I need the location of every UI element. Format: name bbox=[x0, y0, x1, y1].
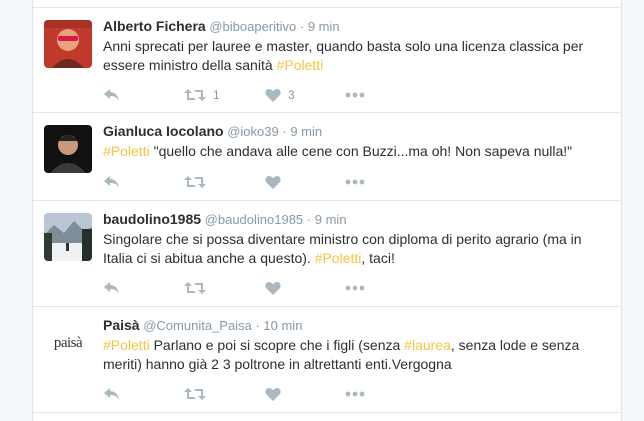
tweet-fullname[interactable]: Alberto Fichera bbox=[103, 18, 206, 34]
more-button[interactable] bbox=[345, 278, 365, 298]
like-button[interactable] bbox=[265, 384, 281, 404]
tweet-time[interactable]: 10 min bbox=[263, 318, 302, 333]
tweet-actions bbox=[103, 278, 403, 298]
tweet-text: Anni sprecati per lauree e master, quand… bbox=[103, 37, 613, 75]
timeline: Alberto Fichera @biboaperitivo · 9 min A… bbox=[32, 0, 622, 421]
retweet-icon bbox=[184, 388, 206, 400]
tweet-text-part: "quello che andava alle cene con Buzzi..… bbox=[149, 143, 573, 159]
tweet-header: Gianluca Iocolano @ioko39 · 9 min bbox=[103, 123, 613, 140]
tweet-content: Gianluca Iocolano @ioko39 · 9 min #Polet… bbox=[103, 123, 613, 161]
tweet[interactable]: paisà Paisà @Comunita_Paisa · 10 min #Po… bbox=[33, 307, 621, 413]
reply-button[interactable] bbox=[103, 278, 121, 298]
tweet-text-part: , taci! bbox=[361, 250, 395, 266]
tweet-fullname[interactable]: Gianluca Iocolano bbox=[103, 123, 224, 139]
more-icon bbox=[345, 92, 365, 98]
separator-dot: · bbox=[255, 318, 260, 333]
more-button[interactable] bbox=[345, 384, 365, 404]
tweet-time[interactable]: 9 min bbox=[315, 212, 347, 227]
retweet-button[interactable] bbox=[184, 172, 206, 192]
tweet-handle[interactable]: @baudolino1985 bbox=[205, 212, 304, 227]
tweet-content: Paisà @Comunita_Paisa · 10 min #Poletti … bbox=[103, 317, 613, 374]
more-icon bbox=[345, 391, 365, 397]
tweet-actions: 1 3 bbox=[103, 85, 403, 105]
like-icon bbox=[265, 281, 281, 295]
reply-icon bbox=[104, 89, 119, 101]
avatar[interactable]: paisà bbox=[44, 319, 92, 367]
tweet-fullname[interactable]: baudolino1985 bbox=[103, 211, 201, 227]
retweet-icon bbox=[184, 282, 206, 294]
reply-button[interactable] bbox=[103, 384, 121, 404]
tweet-text: Singolare che si possa diventare ministr… bbox=[103, 230, 613, 268]
tweet-time[interactable]: 9 min bbox=[290, 124, 322, 139]
reply-icon bbox=[104, 176, 119, 188]
tweet-content: baudolino1985 @baudolino1985 · 9 min Sin… bbox=[103, 211, 613, 268]
tweet-text: #Poletti "quello che andava alle cene co… bbox=[103, 142, 613, 161]
retweet-button[interactable] bbox=[184, 384, 206, 404]
tweet[interactable]: Alberto Fichera @biboaperitivo · 9 min A… bbox=[33, 7, 621, 113]
tweet-header: Alberto Fichera @biboaperitivo · 9 min bbox=[103, 18, 613, 35]
more-icon bbox=[345, 179, 365, 185]
like-icon bbox=[265, 387, 281, 401]
more-icon bbox=[345, 285, 365, 291]
hashtag-link[interactable]: #Poletti bbox=[315, 250, 362, 266]
retweet-icon bbox=[184, 89, 206, 101]
reply-button[interactable] bbox=[103, 85, 121, 105]
tweet-actions bbox=[103, 172, 403, 192]
avatar[interactable] bbox=[44, 125, 92, 173]
tweet-handle[interactable]: @ioko39 bbox=[227, 124, 279, 139]
retweet-icon bbox=[184, 176, 206, 188]
tweet-handle[interactable]: @Comunita_Paisa bbox=[143, 318, 252, 333]
hashtag-link[interactable]: #Poletti bbox=[103, 143, 150, 159]
tweet-fullname[interactable]: Paisà bbox=[103, 317, 140, 333]
more-button[interactable] bbox=[345, 172, 365, 192]
retweet-button[interactable] bbox=[184, 278, 206, 298]
tweet-actions bbox=[103, 384, 403, 404]
tweet-header: baudolino1985 @baudolino1985 · 9 min bbox=[103, 211, 613, 228]
more-button[interactable] bbox=[345, 85, 365, 105]
tweet-text: #Poletti Parlano e poi si scopre che i f… bbox=[103, 336, 613, 374]
separator-dot: · bbox=[282, 124, 287, 139]
retweet-button[interactable]: 1 bbox=[184, 85, 220, 105]
hashtag-link[interactable]: #Poletti bbox=[103, 337, 150, 353]
like-button[interactable]: 3 bbox=[265, 85, 295, 105]
tweet-header: Paisà @Comunita_Paisa · 10 min bbox=[103, 317, 613, 334]
separator-dot: · bbox=[299, 19, 305, 34]
hashtag-link[interactable]: #laurea bbox=[404, 337, 451, 353]
tweet-handle[interactable]: @biboaperitivo bbox=[209, 19, 296, 34]
paisa-logo: paisà bbox=[53, 334, 83, 351]
retweet-count: 1 bbox=[213, 88, 220, 102]
reply-button[interactable] bbox=[103, 172, 121, 192]
reply-icon bbox=[104, 282, 119, 294]
tweet-content: Alberto Fichera @biboaperitivo · 9 min A… bbox=[103, 18, 613, 75]
like-icon bbox=[265, 88, 281, 102]
like-button[interactable] bbox=[265, 278, 281, 298]
avatar[interactable] bbox=[44, 20, 92, 68]
like-count: 3 bbox=[288, 88, 295, 102]
tweet[interactable]: Gianluca Iocolano @ioko39 · 9 min #Polet… bbox=[33, 113, 621, 201]
tweet-time[interactable]: 9 min bbox=[308, 19, 340, 34]
like-button[interactable] bbox=[265, 172, 281, 192]
reply-icon bbox=[104, 388, 119, 400]
tweet[interactable]: baudolino1985 @baudolino1985 · 9 min Sin… bbox=[33, 201, 621, 307]
tweet-text-part: Parlano e poi si scopre che i figli (sen… bbox=[149, 337, 405, 353]
tweet-text-part: Anni sprecati per lauree e master, quand… bbox=[103, 38, 584, 73]
like-icon bbox=[265, 175, 281, 189]
avatar[interactable] bbox=[44, 213, 92, 261]
separator-dot: · bbox=[306, 212, 312, 227]
hashtag-link[interactable]: #Poletti bbox=[277, 57, 324, 73]
